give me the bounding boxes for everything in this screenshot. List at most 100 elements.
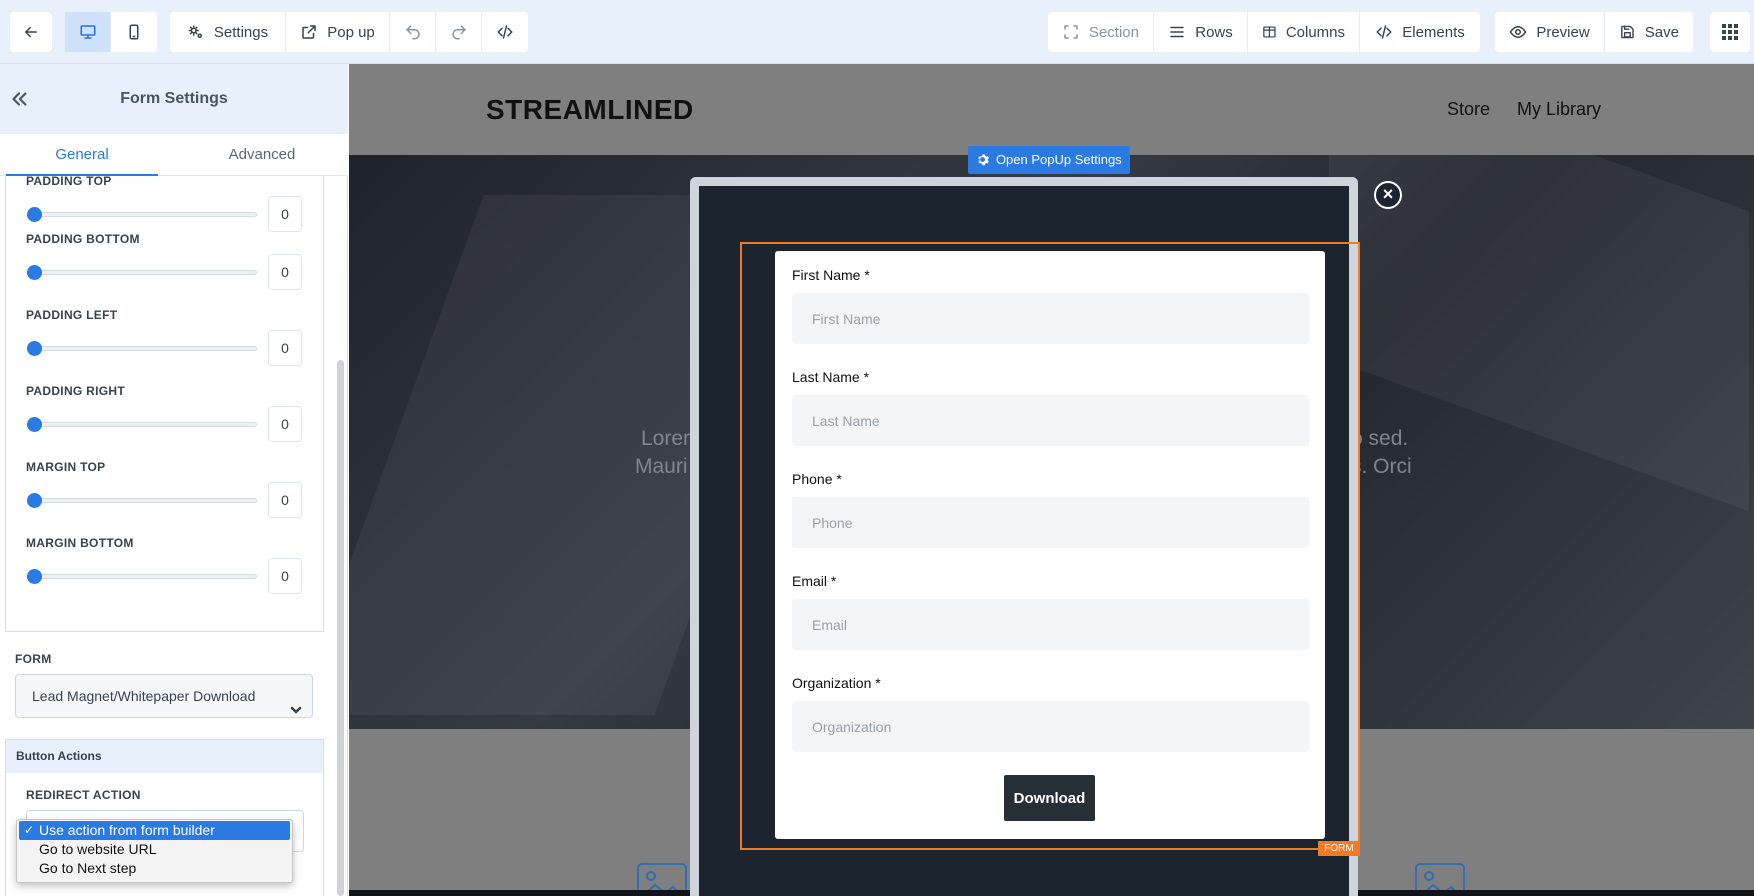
margin-top-label: MARGIN TOP [26,460,106,474]
settings-label: Settings [213,23,269,41]
redo-icon [451,25,466,40]
apps-menu-button[interactable] [1710,12,1750,52]
padding-right-value[interactable]: 0 [268,406,302,442]
eye-icon [1510,26,1527,38]
form-label: FORM [15,652,52,666]
columns-button[interactable]: Columns [1248,12,1360,52]
settings-button[interactable]: Settings [170,12,286,52]
code-icon [497,25,513,39]
rows-button[interactable]: Rows [1154,12,1248,52]
first-name-input[interactable] [792,293,1309,344]
mobile-view-button[interactable] [111,12,157,52]
form-settings-panel: Form Settings General Advanced PADDING T… [0,64,348,896]
margin-bottom-thumb[interactable] [27,569,42,584]
download-button[interactable]: Download [1004,775,1095,821]
preview-button[interactable]: Preview [1495,12,1605,52]
padding-left-label: PADDING LEFT [26,308,118,322]
section-label: Section [1088,23,1139,41]
form-select[interactable]: Lead Magnet/Whitepaper Download [15,674,313,718]
panel-scrollbar[interactable] [337,360,344,896]
padding-top-track[interactable] [29,212,257,217]
gears-icon [188,25,202,38]
tab-general[interactable]: General [6,134,158,176]
site-header: STREAMLINED Store My Library [349,64,1754,155]
padding-left-thumb[interactable] [27,341,42,356]
device-toggle [65,12,157,52]
back-group [10,12,52,52]
desktop-icon [80,25,95,39]
hero-text-fragment: Mauri [635,455,688,478]
margin-top-row: MARGIN TOP 0 [6,460,323,528]
organization-label: Organization * [792,675,881,691]
back-button[interactable] [10,12,52,52]
spacing-settings: PADDING TOP 0 PADDING BOTTOM 0 PADDING L… [5,176,324,632]
option-label: Go to website URL [39,841,157,857]
last-name-input[interactable] [792,395,1309,446]
nav-link-my-library[interactable]: My Library [1517,99,1601,120]
open-popup-settings-button[interactable]: Open PopUp Settings [968,146,1130,174]
structure-toolbar: Section Rows Columns Elements [1048,12,1480,52]
email-label: Email * [792,573,837,589]
desktop-view-button[interactable] [65,12,111,52]
margin-bottom-track[interactable] [29,574,257,579]
rows-label: Rows [1195,23,1233,41]
columns-icon [1263,26,1276,38]
padding-bottom-value[interactable]: 0 [268,254,302,290]
padding-right-track[interactable] [29,422,257,427]
section-icon [1064,25,1078,39]
dropdown-option-website-url[interactable]: Go to website URL [19,840,290,859]
columns-label: Columns [1285,23,1345,41]
padding-left-row: PADDING LEFT 0 [6,308,323,376]
rows-icon [1170,26,1184,38]
padding-left-value[interactable]: 0 [268,330,302,366]
button-actions-title: Button Actions [6,740,323,773]
checkmark-icon: ✓ [24,823,35,837]
grid-icon [1722,24,1738,40]
elements-label: Elements [1402,23,1465,41]
email-input[interactable] [792,599,1309,650]
close-icon[interactable]: × [1374,181,1402,209]
elements-button[interactable]: Elements [1360,12,1480,52]
popup-label: Pop up [327,23,375,41]
dropdown-option-form-builder[interactable]: ✓ Use action from form builder [19,821,290,840]
nav-link-store[interactable]: Store [1447,99,1490,120]
dropdown-option-next-step[interactable]: Go to Next step [19,859,290,878]
gear-icon [976,148,990,166]
padding-right-thumb[interactable] [27,417,42,432]
option-label: Use action from form builder [39,822,215,838]
tab-advanced[interactable]: Advanced [186,134,338,176]
external-link-icon [302,25,316,39]
edit-toolbar: Settings Pop up [170,12,528,52]
form-select-value: Lead Magnet/Whitepaper Download [32,688,256,704]
padding-bottom-row: PADDING BOTTOM 0 [6,232,323,300]
margin-top-track[interactable] [29,498,257,503]
padding-bottom-label: PADDING BOTTOM [26,232,140,246]
option-label: Go to Next step [39,860,137,876]
hero-text-fragment: s. Orci [1351,455,1412,478]
padding-top-thumb[interactable] [27,207,42,222]
section-button[interactable]: Section [1048,12,1154,52]
panel-header: Form Settings [0,64,348,134]
margin-top-value[interactable]: 0 [268,482,302,518]
organization-input[interactable] [792,701,1309,752]
code-icon [1376,25,1392,39]
padding-bottom-thumb[interactable] [27,265,42,280]
redo-button[interactable] [436,12,482,52]
last-name-label: Last Name * [792,369,870,385]
padding-right-label: PADDING RIGHT [26,384,126,398]
redirect-action-label: REDIRECT ACTION [26,788,141,802]
popup-button[interactable]: Pop up [286,12,390,52]
code-button[interactable] [482,12,528,52]
phone-label: Phone * [792,471,842,487]
save-button[interactable]: Save [1605,12,1693,52]
phone-input[interactable] [792,497,1309,548]
margin-top-thumb[interactable] [27,493,42,508]
undo-icon [405,25,420,40]
margin-bottom-label: MARGIN BOTTOM [26,536,134,550]
undo-button[interactable] [390,12,436,52]
panel-title: Form Settings [120,90,228,107]
padding-left-track[interactable] [29,346,257,351]
padding-top-value[interactable]: 0 [268,196,302,232]
margin-bottom-value[interactable]: 0 [268,558,302,594]
padding-bottom-track[interactable] [29,270,257,275]
